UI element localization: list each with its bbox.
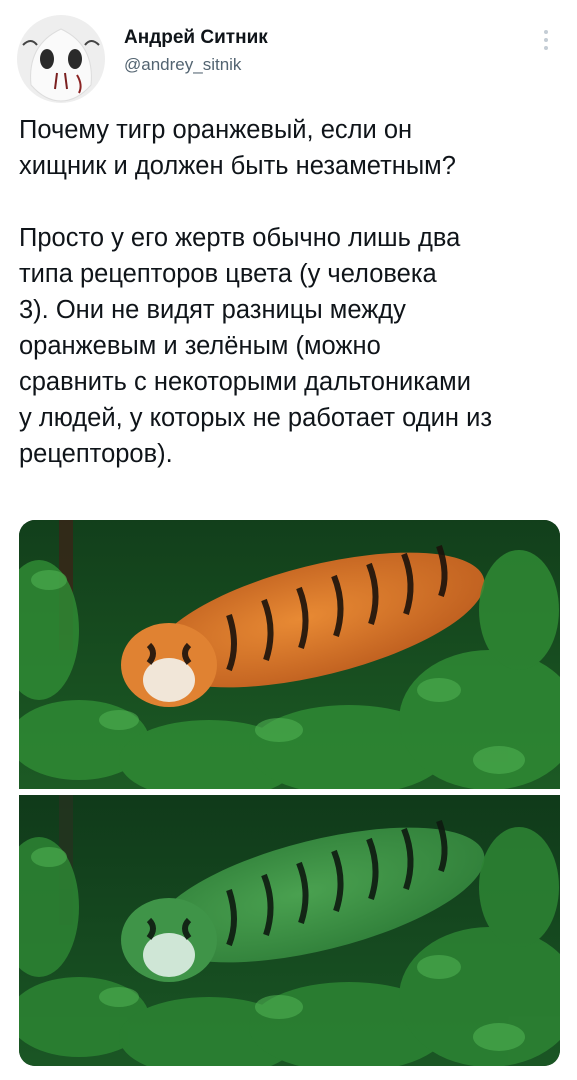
- vertical-ellipsis-icon[interactable]: [538, 28, 554, 54]
- tweet-media[interactable]: [19, 520, 560, 1066]
- author-name[interactable]: Андрей Ситник: [124, 27, 268, 49]
- tweet: Андрей Ситник @andrey_sitnik Почему тигр…: [0, 0, 577, 1080]
- tweet-answer: Просто у его жертв обычно лишь два типа …: [19, 224, 493, 468]
- tiger-orange-photo[interactable]: [19, 520, 560, 789]
- tweet-text: Почему тигр оранжевый, если он хищник и …: [19, 112, 559, 472]
- tiger-green-photo[interactable]: [19, 795, 560, 1066]
- tweet-question: Почему тигр оранжевый, если он хищник и …: [19, 116, 456, 180]
- avatar[interactable]: [17, 15, 105, 103]
- author-handle[interactable]: @andrey_sitnik: [124, 55, 241, 75]
- white-mask-avatar-icon: [17, 15, 105, 103]
